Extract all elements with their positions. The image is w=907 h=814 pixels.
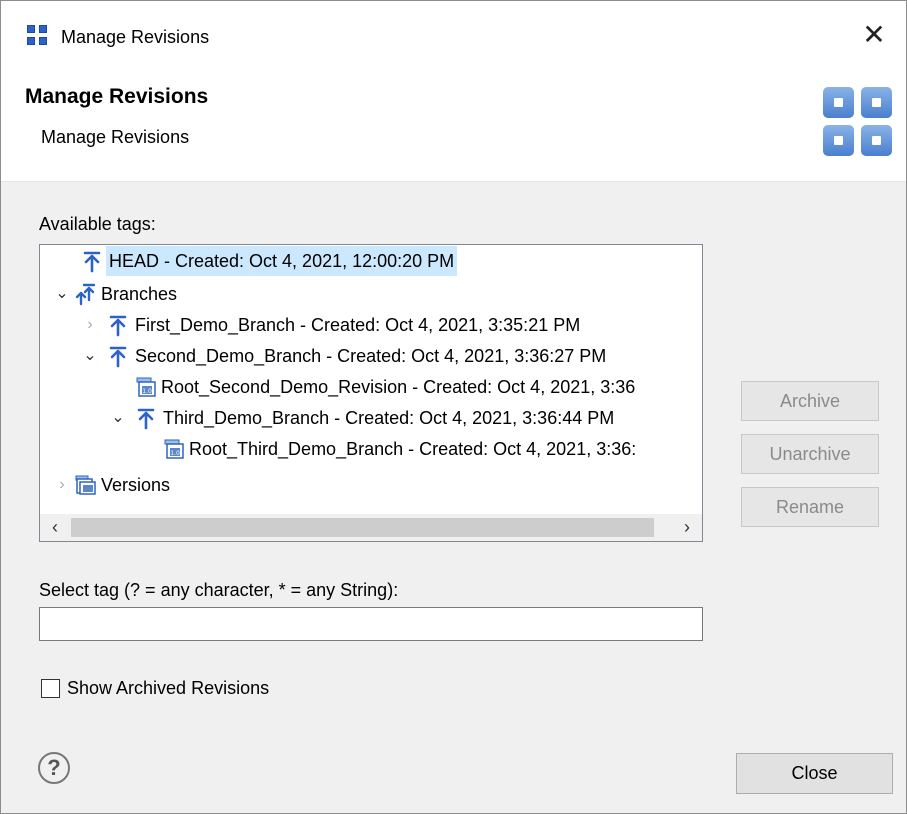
tree-row-head[interactable]: HEAD - Created: Oct 4, 2021, 12:00:20 PM: [40, 246, 702, 276]
manage-revisions-dialog: Manage Revisions ✕ Manage Revisions Mana…: [0, 0, 907, 814]
tree-row-label: Root_Third_Demo_Branch - Created: Oct 4,…: [189, 439, 637, 459]
tree-row-first-demo-branch[interactable]: › First_Demo_Branch - Created: Oct 4, 20…: [40, 310, 702, 340]
svg-text:1.0: 1.0: [142, 388, 152, 395]
versions-folder-icon: [74, 473, 98, 497]
tree-row-third-demo-branch[interactable]: ⌄ Third_Demo_Branch - Created: Oct 4, 20…: [40, 403, 702, 433]
close-button[interactable]: Close: [736, 753, 893, 794]
tree-row-branches[interactable]: ⌄ Branches: [40, 279, 702, 309]
tree-row-label: Root_Second_Demo_Revision - Created: Oct…: [161, 377, 636, 397]
tag-filter-input[interactable]: [39, 607, 703, 641]
help-icon[interactable]: ?: [38, 752, 70, 784]
tree-row-root-second-demo-revision[interactable]: 1.0 Root_Second_Demo_Revision - Created:…: [40, 372, 702, 402]
branch-icon: [108, 344, 132, 368]
chevron-right-icon[interactable]: ›: [82, 310, 98, 340]
tree-row-label: Branches: [101, 284, 178, 304]
banner-logo-icon: [823, 87, 893, 157]
window-title: Manage Revisions: [61, 27, 210, 47]
available-tags-label: Available tags:: [39, 214, 156, 234]
tree-row-second-demo-branch[interactable]: ⌄ Second_Demo_Branch - Created: Oct 4, 2…: [40, 341, 702, 371]
tree-row-label: Versions: [101, 475, 171, 495]
close-icon[interactable]: ✕: [852, 15, 896, 55]
banner-description: Manage Revisions: [41, 127, 190, 147]
app-grid-icon: [27, 25, 49, 47]
svg-text:1.0: 1.0: [170, 450, 180, 457]
archive-button[interactable]: Archive: [741, 381, 879, 421]
show-archived-checkbox[interactable]: [41, 679, 60, 698]
chevron-down-icon[interactable]: ⌄: [54, 279, 70, 309]
chevron-down-icon[interactable]: ⌄: [110, 403, 126, 433]
horizontal-scrollbar[interactable]: ‹ ›: [40, 514, 702, 541]
branch-icon: [136, 406, 160, 430]
tree-row-label: First_Demo_Branch - Created: Oct 4, 2021…: [135, 315, 581, 335]
tree-row-versions[interactable]: › Versions: [40, 470, 702, 500]
chevron-down-icon[interactable]: ⌄: [82, 341, 98, 371]
scrollbar-thumb[interactable]: [71, 518, 654, 537]
version-icon: 1.0: [162, 437, 186, 461]
tree-row-label: Second_Demo_Branch - Created: Oct 4, 202…: [135, 346, 607, 366]
banner-title: Manage Revisions: [25, 85, 209, 108]
tree-row-label: HEAD - Created: Oct 4, 2021, 12:00:20 PM: [106, 246, 458, 276]
title-bar: Manage Revisions ✕: [1, 1, 906, 77]
tags-tree[interactable]: HEAD - Created: Oct 4, 2021, 12:00:20 PM…: [39, 244, 703, 542]
header-banner: Manage Revisions Manage Revisions: [1, 77, 906, 182]
tree-row-root-third-demo-branch[interactable]: 1.0 Root_Third_Demo_Branch - Created: Oc…: [40, 434, 702, 464]
unarchive-button[interactable]: Unarchive: [741, 434, 879, 474]
branch-icon: [82, 249, 106, 273]
filter-label: Select tag (? = any character, * = any S…: [39, 580, 399, 600]
scroll-right-icon[interactable]: ›: [672, 514, 702, 541]
branches-icon: [74, 282, 98, 306]
version-icon: 1.0: [134, 375, 158, 399]
rename-button[interactable]: Rename: [741, 487, 879, 527]
show-archived-label: Show Archived Revisions: [67, 678, 270, 698]
chevron-right-icon[interactable]: ›: [54, 470, 70, 500]
scroll-left-icon[interactable]: ‹: [40, 514, 70, 541]
tree-row-label: Third_Demo_Branch - Created: Oct 4, 2021…: [163, 408, 615, 428]
branch-icon: [108, 313, 132, 337]
